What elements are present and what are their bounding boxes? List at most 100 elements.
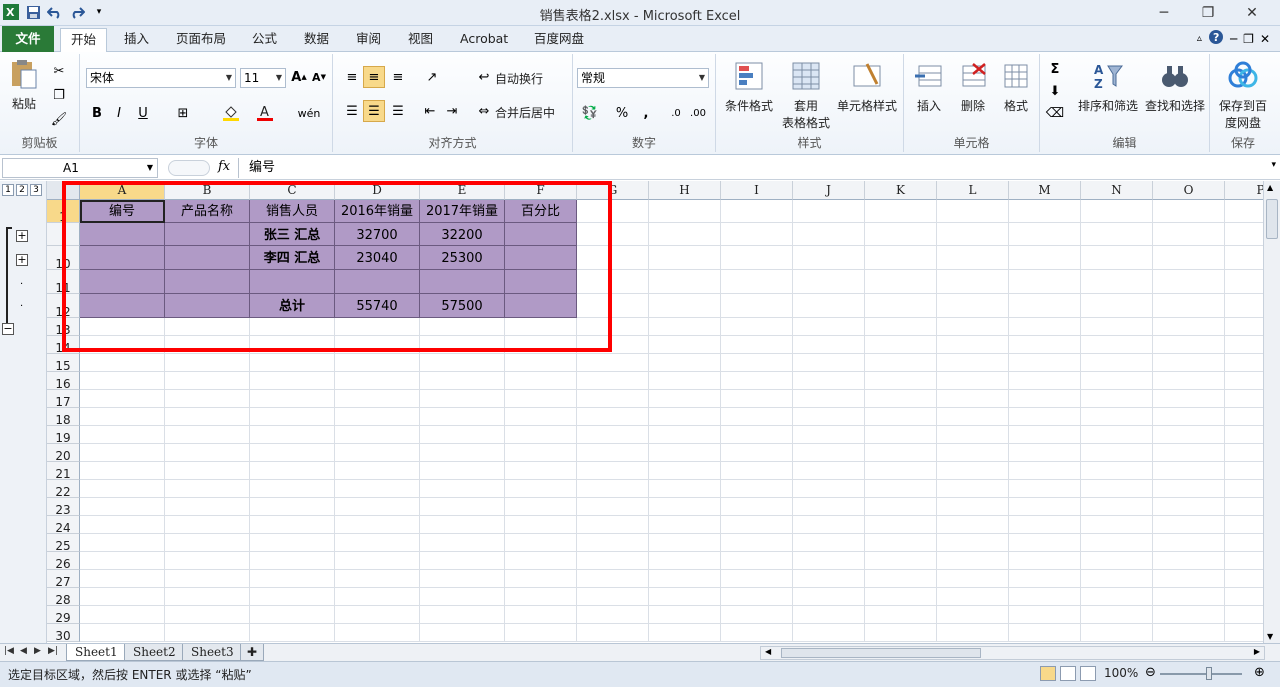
table-cell[interactable] (165, 246, 250, 270)
row-header[interactable]: 29 (47, 606, 80, 624)
cell[interactable] (505, 480, 577, 498)
cell[interactable] (649, 552, 721, 570)
merge-center-button[interactable]: 合并后居中 (495, 104, 555, 121)
cell[interactable] (1225, 480, 1263, 498)
cell[interactable] (335, 426, 420, 444)
paste-button[interactable]: 粘贴 (4, 58, 44, 112)
cell[interactable] (937, 223, 1009, 246)
cell[interactable] (865, 444, 937, 462)
table-cell[interactable]: 32700 (335, 223, 420, 246)
cell[interactable] (1153, 516, 1225, 534)
cell[interactable] (335, 354, 420, 372)
cell[interactable] (1225, 534, 1263, 552)
cell[interactable] (793, 462, 865, 480)
cell[interactable] (865, 246, 937, 270)
cell[interactable] (721, 426, 793, 444)
cell[interactable] (1153, 624, 1225, 642)
expand-group-button[interactable]: + (16, 254, 28, 266)
cell[interactable] (505, 534, 577, 552)
cell[interactable] (721, 294, 793, 318)
cell[interactable] (1081, 223, 1153, 246)
cell[interactable] (1153, 534, 1225, 552)
cell[interactable] (80, 408, 165, 426)
formula-input[interactable]: 编号 (238, 158, 1266, 178)
cell[interactable] (577, 336, 649, 354)
cell[interactable] (80, 588, 165, 606)
outline-level-1-button[interactable]: 1 (2, 184, 14, 196)
cell[interactable] (793, 390, 865, 408)
cell[interactable] (250, 318, 335, 336)
cell[interactable] (793, 354, 865, 372)
cell[interactable] (937, 390, 1009, 408)
cell[interactable] (505, 498, 577, 516)
cell[interactable] (1009, 270, 1081, 294)
align-top-icon[interactable]: ≡ (341, 66, 363, 88)
cell[interactable] (1081, 534, 1153, 552)
cell[interactable] (937, 498, 1009, 516)
cell[interactable] (1081, 354, 1153, 372)
cell[interactable] (1153, 336, 1225, 354)
cell[interactable] (1081, 294, 1153, 318)
cell[interactable] (721, 624, 793, 642)
sort-filter-button[interactable]: AZ 排序和筛选 (1076, 60, 1140, 114)
table-cell[interactable]: 23040 (335, 246, 420, 270)
outline-level-3-button[interactable]: 3 (30, 184, 42, 196)
cell[interactable] (505, 606, 577, 624)
zoom-slider-thumb[interactable] (1206, 667, 1212, 680)
cell[interactable] (1081, 336, 1153, 354)
column-header[interactable]: M (1009, 181, 1081, 200)
cell[interactable] (937, 408, 1009, 426)
cell[interactable] (577, 223, 649, 246)
increase-indent-icon[interactable]: ⇥ (441, 100, 463, 122)
table-cell[interactable] (250, 270, 335, 294)
cell[interactable] (577, 200, 649, 223)
copy-icon[interactable]: ❐ (48, 84, 70, 106)
cell[interactable] (649, 588, 721, 606)
cell[interactable] (937, 246, 1009, 270)
cell[interactable] (250, 444, 335, 462)
cell[interactable] (577, 390, 649, 408)
cell[interactable] (1081, 200, 1153, 223)
cell[interactable] (1081, 318, 1153, 336)
cell[interactable] (1153, 498, 1225, 516)
tab-insert[interactable]: 插入 (114, 28, 159, 52)
table-cell[interactable] (505, 294, 577, 318)
autosum-icon[interactable]: Σ (1044, 58, 1066, 80)
cell[interactable] (505, 318, 577, 336)
cell[interactable] (1081, 624, 1153, 642)
align-bottom-icon[interactable]: ≡ (387, 66, 409, 88)
row-header[interactable]: 11 (47, 270, 80, 294)
cell[interactable] (335, 408, 420, 426)
insert-sheet-icon[interactable]: ✚ (240, 644, 265, 661)
table-header-cell[interactable]: 销售人员 (250, 200, 335, 223)
cell[interactable] (1009, 480, 1081, 498)
cell[interactable] (1081, 372, 1153, 390)
cell[interactable] (335, 480, 420, 498)
cell[interactable] (865, 426, 937, 444)
cell[interactable] (165, 426, 250, 444)
cell[interactable] (649, 624, 721, 642)
cell[interactable] (420, 552, 505, 570)
cell[interactable] (721, 246, 793, 270)
font-color-icon[interactable]: A (254, 102, 276, 124)
cell[interactable] (793, 552, 865, 570)
cell[interactable] (420, 318, 505, 336)
cell[interactable] (1153, 318, 1225, 336)
cell[interactable] (1153, 354, 1225, 372)
worksheet-grid[interactable]: A B C D E F G H I J K L M N O P 1 10 11 12 13 14 15 16 17 18 19 20 2… (47, 181, 1263, 643)
cell[interactable] (721, 534, 793, 552)
cell[interactable] (420, 516, 505, 534)
cell[interactable] (335, 372, 420, 390)
cell[interactable] (335, 462, 420, 480)
row-header[interactable]: 22 (47, 480, 80, 498)
number-format-select[interactable]: 常规 ▼ (577, 68, 709, 88)
cell[interactable] (721, 354, 793, 372)
cell[interactable] (1009, 390, 1081, 408)
cell[interactable] (577, 498, 649, 516)
table-cell[interactable] (505, 223, 577, 246)
cell[interactable] (649, 480, 721, 498)
cell[interactable] (250, 606, 335, 624)
table-cell[interactable]: 25300 (420, 246, 505, 270)
cell[interactable] (865, 624, 937, 642)
shrink-font-icon[interactable]: A ▼ (308, 66, 330, 88)
